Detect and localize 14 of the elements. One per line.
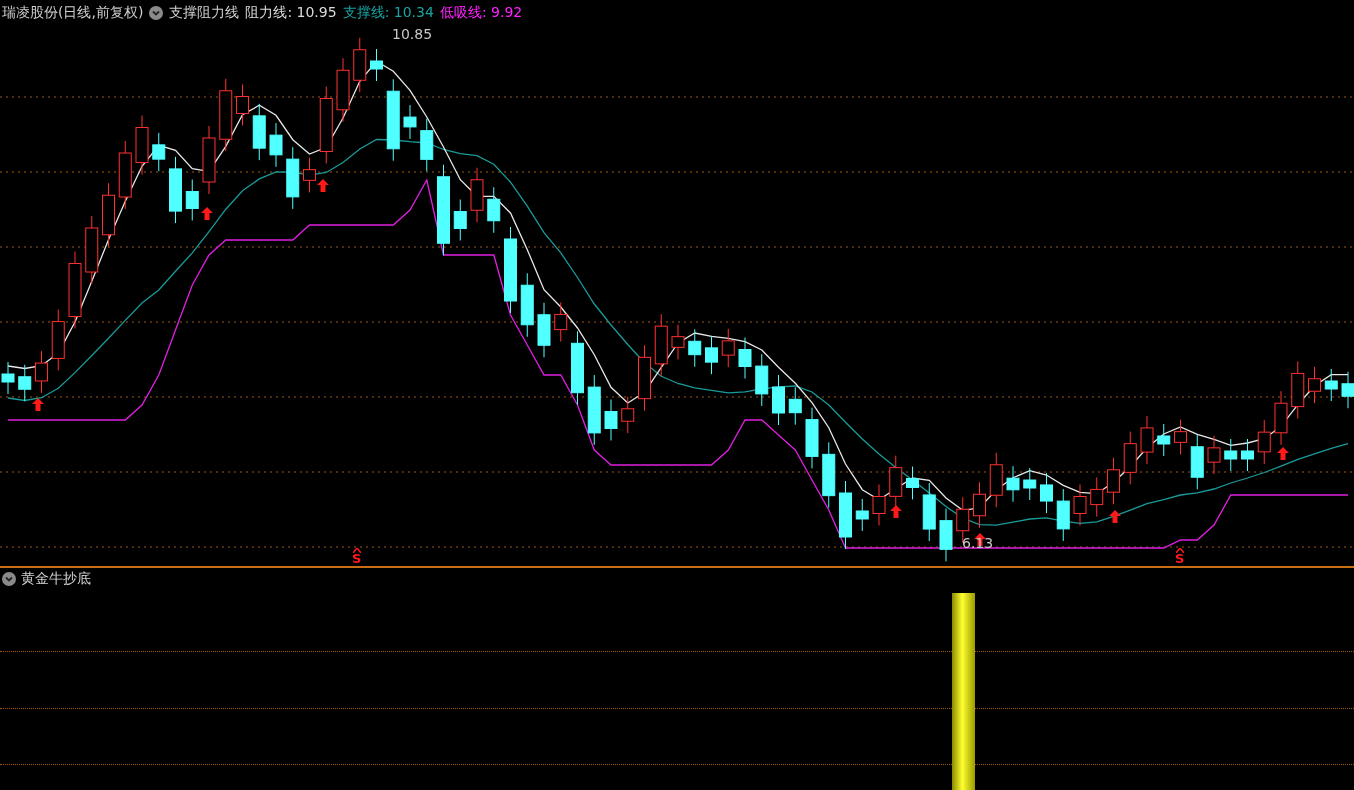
signal-marker: S	[1175, 553, 1185, 565]
low-price-label: 6.13	[962, 535, 994, 551]
indicator-value: 阻力线: 10.95	[245, 4, 337, 22]
indicator-value: 低吸线: 9.92	[439, 4, 523, 22]
high-price-label: 10.85	[392, 26, 433, 42]
indicator-value: 支撑线: 10.34	[342, 4, 434, 22]
indicator-name: 黄金牛抄底	[21, 570, 91, 588]
indicator-name: 支撑阻力线	[169, 4, 240, 22]
collapse-icon[interactable]	[2, 572, 16, 586]
signal-marker: S	[352, 553, 362, 565]
caret-icon	[352, 548, 361, 553]
stock-title: 瑞凌股份(日线,前复权)	[2, 4, 144, 22]
collapse-icon[interactable]	[149, 6, 164, 20]
caret-icon	[1175, 548, 1184, 553]
